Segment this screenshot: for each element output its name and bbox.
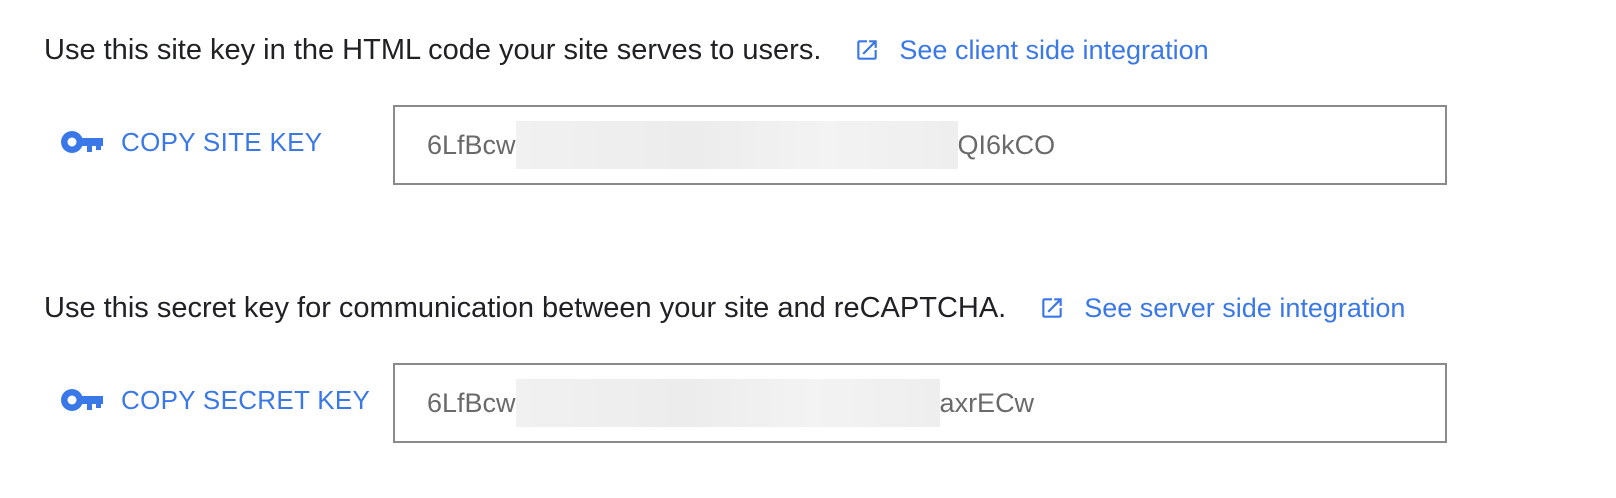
- secret-key-prefix: 6LfBcw: [427, 387, 516, 418]
- secret-key-value: 6LfBcw axrECw: [427, 365, 1034, 441]
- copy-site-key-label: COPY SITE KEY: [121, 127, 323, 157]
- site-key-suffix: QI6kCO: [957, 129, 1056, 160]
- secret-key-description-row: Use this secret key for communication be…: [44, 286, 1405, 330]
- secret-key-redaction: [515, 379, 940, 427]
- site-key-value: 6LfBcw QI6kCO: [427, 107, 1055, 183]
- key-icon: [60, 386, 104, 414]
- site-key-description: Use this site key in the HTML code your …: [44, 34, 822, 66]
- site-key-redaction: [515, 121, 958, 169]
- server-side-integration-label: See server side integration: [1084, 293, 1406, 323]
- open-in-new-icon: [1039, 295, 1065, 321]
- secret-key-field[interactable]: 6LfBcw axrECw: [393, 363, 1447, 443]
- client-side-integration-link[interactable]: See client side integration: [854, 28, 1209, 72]
- client-side-integration-label: See client side integration: [899, 35, 1209, 65]
- open-in-new-icon: [854, 37, 880, 63]
- site-key-description-row: Use this site key in the HTML code your …: [44, 28, 1209, 72]
- site-key-prefix: 6LfBcw: [427, 129, 516, 160]
- copy-secret-key-label: COPY SECRET KEY: [121, 385, 371, 415]
- copy-site-key-button[interactable]: COPY SITE KEY: [60, 120, 322, 164]
- site-key-field[interactable]: 6LfBcw QI6kCO: [393, 105, 1447, 185]
- copy-secret-key-button[interactable]: COPY SECRET KEY: [60, 378, 370, 422]
- key-icon: [60, 128, 104, 156]
- secret-key-suffix: axrECw: [939, 387, 1035, 418]
- server-side-integration-link[interactable]: See server side integration: [1039, 286, 1405, 330]
- secret-key-description: Use this secret key for communication be…: [44, 292, 1007, 324]
